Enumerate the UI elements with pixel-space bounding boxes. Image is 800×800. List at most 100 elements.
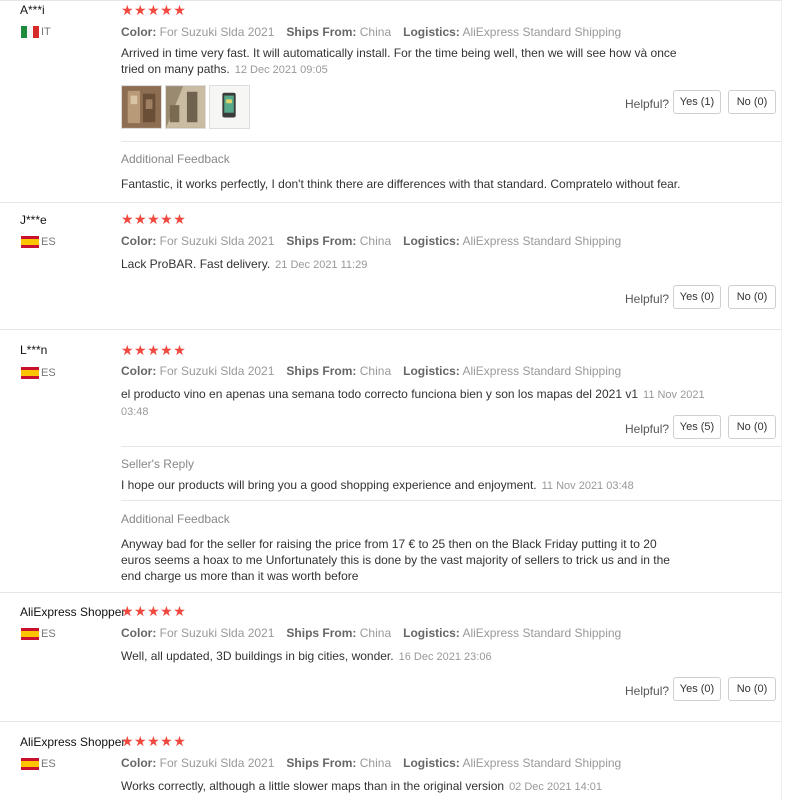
review-photos	[121, 85, 250, 129]
additional-feedback-heading: Additional Feedback	[121, 512, 230, 526]
divider	[0, 592, 782, 593]
page-right-edge	[781, 0, 800, 800]
logistics-value: AliExpress Standard Shipping	[462, 756, 622, 770]
helpful-yes-button[interactable]: Yes (5)	[673, 415, 721, 439]
ships-from-value: China	[359, 364, 392, 378]
logistics-value: AliExpress Standard Shipping	[462, 25, 622, 39]
helpful-no-button[interactable]: No (0)	[728, 415, 776, 439]
logistics-value: AliExpress Standard Shipping	[462, 626, 622, 640]
reviewer-name: AliExpress Shopper	[20, 735, 126, 749]
color-label: Color:	[121, 25, 157, 39]
divider	[0, 202, 782, 203]
ships-from-label: Ships From:	[286, 25, 357, 39]
order-info: Color: For Suzuki Slda 2021 Ships From: C…	[121, 25, 621, 39]
color-value: For Suzuki Slda 2021	[159, 756, 275, 770]
reviewer-country: ES	[41, 628, 56, 640]
logistics-value: AliExpress Standard Shipping	[462, 234, 622, 248]
rating-stars: ★★★★★	[121, 733, 187, 749]
sellers-reply-heading: Seller's Reply	[121, 457, 194, 471]
sellers-reply-date: 11 Nov 2021 03:48	[541, 480, 634, 492]
review-date: 16 Dec 2021 23:06	[398, 651, 492, 663]
divider	[121, 500, 782, 501]
review-text: Well, all updated, 3D buildings in big c…	[121, 648, 681, 665]
order-info: Color: For Suzuki Slda 2021 Ships From: C…	[121, 234, 621, 248]
spain-flag-icon	[21, 236, 39, 248]
color-label: Color:	[121, 364, 157, 378]
photo-icon	[122, 86, 161, 128]
divider	[0, 721, 782, 722]
review-photo[interactable]	[165, 85, 206, 129]
color-value: For Suzuki Slda 2021	[159, 25, 275, 39]
helpful-label: Helpful?	[625, 97, 670, 111]
divider	[121, 446, 782, 447]
ships-from-label: Ships From:	[286, 626, 357, 640]
order-info: Color: For Suzuki Slda 2021 Ships From: C…	[121, 364, 621, 378]
additional-feedback-heading: Additional Feedback	[121, 152, 230, 166]
helpful-no-button[interactable]: No (0)	[728, 677, 776, 701]
photo-icon	[166, 86, 205, 128]
review-text: Works correctly, although a little slowe…	[121, 778, 681, 795]
helpful-label: Helpful?	[625, 684, 670, 698]
color-label: Color:	[121, 234, 157, 248]
logistics-value: AliExpress Standard Shipping	[462, 364, 622, 378]
divider	[0, 0, 782, 1]
review-photo[interactable]	[121, 85, 162, 129]
logistics-label: Logistics:	[403, 756, 460, 770]
review-body: el producto vino en apenas una semana to…	[121, 387, 639, 401]
helpful-label: Helpful?	[625, 422, 670, 436]
color-value: For Suzuki Slda 2021	[159, 364, 275, 378]
logistics-label: Logistics:	[403, 234, 460, 248]
review-text: Arrived in time very fast. It will autom…	[121, 45, 681, 78]
review-photo[interactable]	[209, 85, 250, 129]
reviewer-country: ES	[41, 758, 56, 770]
color-label: Color:	[121, 756, 157, 770]
ships-from-label: Ships From:	[286, 234, 357, 248]
reviewer-name: A***i	[20, 3, 45, 17]
review-body: Lack ProBAR. Fast delivery.	[121, 257, 271, 271]
review-body: Well, all updated, 3D buildings in big c…	[121, 649, 394, 663]
color-label: Color:	[121, 626, 157, 640]
divider	[0, 329, 782, 330]
review-text: Lack ProBAR. Fast delivery. 21 Dec 2021 1…	[121, 256, 681, 273]
spain-flag-icon	[21, 758, 39, 770]
ships-from-label: Ships From:	[286, 756, 357, 770]
logistics-label: Logistics:	[403, 626, 460, 640]
spain-flag-icon	[21, 367, 39, 379]
order-info: Color: For Suzuki Slda 2021 Ships From: C…	[121, 626, 621, 640]
additional-feedback-text: Fantastic, it works perfectly, I don't t…	[121, 177, 681, 191]
review-text: el producto vino en apenas una semana to…	[121, 386, 721, 420]
review-date: 21 Dec 2021 11:29	[275, 259, 368, 271]
review-date: 02 Dec 2021 14:01	[509, 781, 603, 793]
ships-from-value: China	[359, 234, 392, 248]
italy-flag-icon	[21, 26, 39, 38]
ships-from-value: China	[359, 626, 392, 640]
rating-stars: ★★★★★	[121, 603, 187, 619]
spain-flag-icon	[21, 628, 39, 640]
ships-from-value: China	[359, 25, 392, 39]
color-value: For Suzuki Slda 2021	[159, 234, 275, 248]
helpful-no-button[interactable]: No (0)	[728, 285, 776, 309]
reviewer-name: L***n	[20, 343, 48, 357]
helpful-yes-button[interactable]: Yes (1)	[673, 90, 721, 114]
reviewer-name: AliExpress Shopper	[20, 605, 126, 619]
ships-from-label: Ships From:	[286, 364, 357, 378]
reviews-list: A***i IT ★★★★★ Color: For Suzuki Slda 20…	[0, 0, 800, 800]
sellers-reply-text: I hope our products will bring you a goo…	[121, 477, 741, 494]
sellers-reply-body: I hope our products will bring you a goo…	[121, 478, 537, 492]
reviewer-country: ES	[41, 367, 56, 379]
color-value: For Suzuki Slda 2021	[159, 626, 275, 640]
rating-stars: ★★★★★	[121, 211, 187, 227]
order-info: Color: For Suzuki Slda 2021 Ships From: C…	[121, 756, 621, 770]
divider	[121, 141, 782, 142]
helpful-no-button[interactable]: No (0)	[728, 90, 776, 114]
helpful-label: Helpful?	[625, 292, 670, 306]
logistics-label: Logistics:	[403, 364, 460, 378]
reviewer-country: ES	[41, 236, 56, 248]
logistics-label: Logistics:	[403, 25, 460, 39]
photo-icon	[210, 86, 249, 128]
ships-from-value: China	[359, 756, 392, 770]
reviewer-name: J***e	[20, 213, 47, 227]
rating-stars: ★★★★★	[121, 342, 187, 358]
helpful-yes-button[interactable]: Yes (0)	[673, 285, 721, 309]
helpful-yes-button[interactable]: Yes (0)	[673, 677, 721, 701]
